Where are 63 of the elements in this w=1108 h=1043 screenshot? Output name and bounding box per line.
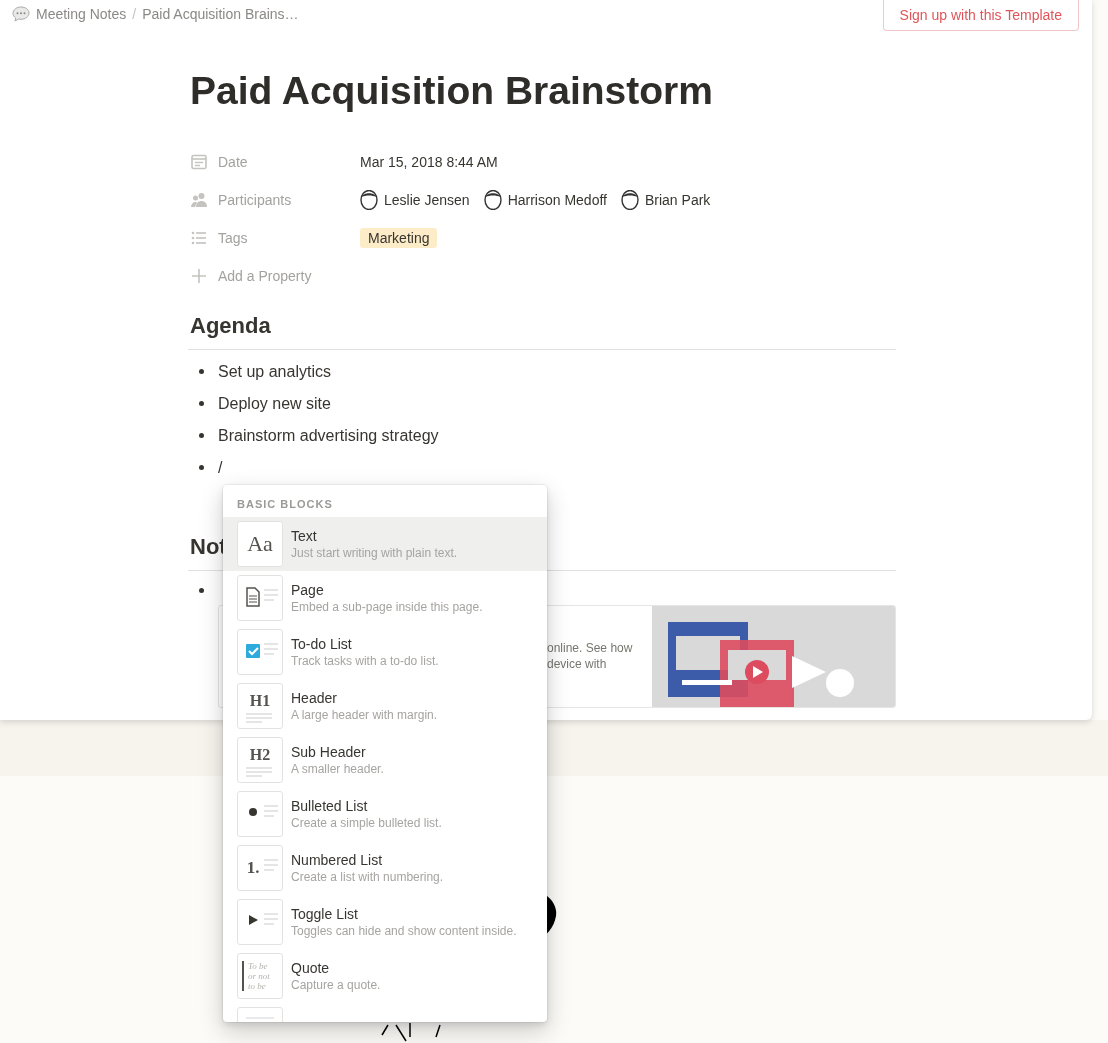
menu-item-title: Bulleted List (291, 798, 369, 814)
menu-item-title: Numbered List (291, 852, 384, 868)
menu-item[interactable]: 1. Numbered List Create a list with numbering. (223, 841, 547, 895)
bookmark-description: online. See how (547, 640, 634, 657)
block-type-icon: To be or not to be (237, 953, 283, 999)
menu-item-title: Toggle List (291, 906, 359, 922)
menu-item-description: Toggles can hide and show content inside. (291, 924, 517, 938)
chat-bubble-icon (12, 6, 30, 22)
tag[interactable]: Marketing (360, 227, 438, 248)
signup-button[interactable]: Sign up with this Template (882, 0, 1079, 31)
date-value[interactable]: Mar 15, 2018 8:44 AM (360, 153, 498, 170)
block-type-icon (237, 791, 283, 837)
menu-item-description: Capture a quote. (291, 978, 381, 992)
avatar-icon (620, 189, 639, 210)
person-name[interactable]: Brian Park (644, 191, 711, 208)
person-name[interactable]: Leslie Jensen (384, 191, 470, 208)
menu-item-description: Just start writing with plain text. (291, 546, 458, 560)
bullet-text: Brainstorm advertising strategy (218, 426, 439, 445)
bullet-text: / (218, 458, 223, 477)
plus-icon (190, 266, 208, 285)
bullet-icon (199, 465, 204, 471)
person-name[interactable]: Harrison Medoff (507, 191, 607, 208)
menu-item-description: A smaller header. (291, 762, 384, 776)
menu-item-title: Header (291, 690, 338, 706)
bookmark-description: device with (547, 656, 608, 673)
menu-item[interactable]: H2 Sub Header A smaller header. (223, 733, 547, 787)
block-type-icon (237, 899, 283, 945)
menu-item[interactable]: Aa Text Just start writing with plain text. (223, 517, 547, 571)
bullet-icon (199, 433, 204, 439)
people-icon (190, 190, 208, 209)
menu-section-header: BASIC BLOCKS (236, 497, 334, 512)
bullet-icon (199, 588, 204, 594)
breadcrumb-link[interactable]: Paid Acquisition Brains… (142, 6, 299, 22)
bullet-icon (199, 369, 204, 375)
bullet-icon (199, 401, 204, 407)
block-type-icon: H2 (237, 737, 283, 783)
menu-item[interactable]: To be or not to be Quote Capture a quote. (223, 949, 547, 1003)
section-heading: Agenda (190, 311, 271, 340)
bullet-text: Set up analytics (218, 362, 331, 381)
menu-item-title: Sub Header (291, 744, 367, 760)
menu-item[interactable]: To-do List Track tasks with a to-do list. (223, 625, 547, 679)
menu-item-description: Create a list with numbering. (291, 870, 444, 884)
menu-item-title: Quote (291, 960, 331, 976)
block-type-icon: Aa (237, 521, 283, 567)
menu-item-title: Page (291, 582, 325, 598)
menu-item-description: A large header with margin. (291, 708, 438, 722)
block-type-icon: H1 (237, 683, 283, 729)
block-type-icon (237, 629, 283, 675)
block-type-icon: 1. (237, 845, 283, 891)
calendar-icon (190, 152, 208, 171)
avatar-icon (483, 189, 502, 210)
breadcrumb-link[interactable]: Meeting Notes (36, 6, 127, 22)
menu-item-title: Text (291, 528, 318, 544)
page-title: Paid Acquisition Brainstorm (190, 70, 714, 113)
bullet-text: Deploy new site (218, 394, 331, 413)
menu-item[interactable]: Toggle List Toggles can hide and show content inside. (223, 895, 547, 949)
menu-item-description: Track tasks with a to-do list. (291, 654, 439, 668)
avatar-icon (360, 189, 378, 210)
breadcrumb-separator: / (132, 6, 137, 22)
menu-item-description: Create a simple bulleted list. (291, 816, 442, 830)
block-type-icon (237, 575, 283, 621)
menu-item[interactable]: Bulleted List Create a simple bulleted list. (223, 787, 547, 841)
menu-item-title: To-do List (291, 636, 353, 652)
